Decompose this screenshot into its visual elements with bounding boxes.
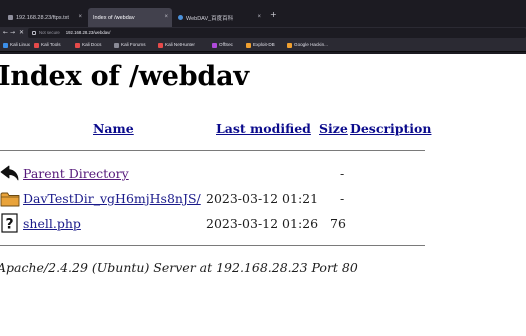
- size-cell: 76: [330, 216, 346, 231]
- bookmark-label: Kali Docs: [82, 42, 102, 47]
- modified-cell: 2023-03-12 01:26: [206, 216, 319, 231]
- parent-directory-link[interactable]: Parent Directory: [23, 166, 129, 181]
- bookmark-offsec[interactable]: OffSec: [212, 39, 233, 51]
- tab-title: 192.168.28.23/ftps.txt: [16, 14, 69, 21]
- bookmark-google-hacking[interactable]: Google Hackin...: [287, 39, 328, 51]
- back-icon[interactable]: ←: [3, 27, 8, 39]
- size-cell: -: [340, 191, 345, 206]
- stop-icon[interactable]: ✕: [19, 27, 24, 39]
- sort-by-description-link[interactable]: Description: [350, 121, 431, 136]
- footer-divider: [0, 245, 425, 246]
- sort-by-size-link[interactable]: Size: [319, 121, 348, 136]
- new-tab-button[interactable]: +: [270, 11, 277, 19]
- unknown-file-icon: ?: [1, 213, 18, 233]
- url-text: 192.168.28.23/webdav/: [65, 30, 111, 35]
- shell-php-link[interactable]: shell.php: [23, 216, 81, 231]
- page-title: Index of /webdav: [0, 61, 249, 92]
- page-content: Index of /webdav Name Last modified Size…: [0, 54, 526, 336]
- baidu-icon: [178, 15, 183, 20]
- lock-icon: [32, 30, 36, 35]
- tab-title: Index of /webdav: [93, 14, 135, 21]
- bookmark-kali-nethunter[interactable]: Kali NetHunter: [158, 39, 195, 51]
- close-tab-icon[interactable]: ×: [78, 14, 82, 20]
- forum-icon: [114, 42, 119, 48]
- address-bar[interactable]: Not secure 192.168.28.23/webdav/: [28, 28, 526, 38]
- tab-title: WebDAV_百度百科: [186, 15, 234, 22]
- bookmark-kali-tools[interactable]: Kali Tools: [34, 39, 61, 51]
- svg-text:?: ?: [5, 217, 13, 233]
- back-arrow-icon: [0, 165, 19, 181]
- bookmark-label: Kali Linux: [10, 42, 30, 47]
- header-divider: [0, 150, 425, 151]
- kali-icon: [75, 42, 80, 48]
- kali-icon: [3, 42, 8, 48]
- security-label: Not secure: [39, 30, 60, 35]
- file-icon: [8, 15, 13, 20]
- sort-by-name-link[interactable]: Name: [93, 121, 134, 136]
- bookmark-label: OffSec: [219, 42, 233, 47]
- bookmark-kali-linux[interactable]: Kali Linux: [3, 39, 30, 51]
- bookmarks-toolbar: Kali Linux Kali Tools Kali Docs Kali For…: [0, 39, 526, 52]
- bookmark-kali-docs[interactable]: Kali Docs: [75, 39, 101, 51]
- tab-ftps[interactable]: 192.168.28.23/ftps.txt ×: [3, 8, 86, 27]
- kali-icon: [34, 42, 39, 48]
- ghdb-icon: [287, 42, 292, 48]
- tab-webdav-baike[interactable]: WebDAV_百度百科 ×: [173, 8, 265, 27]
- navigation-bar: ← → ✕ Not secure 192.168.28.23/webdav/: [0, 27, 526, 39]
- close-tab-icon[interactable]: ×: [164, 14, 168, 20]
- bookmark-label: Kali NetHunter: [165, 42, 195, 47]
- bookmark-label: Kali Forums: [121, 42, 146, 47]
- browser-chrome: 192.168.28.23/ftps.txt × Index of /webda…: [0, 0, 526, 54]
- nethunter-icon: [158, 42, 163, 48]
- close-tab-icon[interactable]: ×: [257, 14, 261, 20]
- sort-by-last-modified-link[interactable]: Last modified: [216, 121, 311, 136]
- bookmark-label: Exploit-DB: [253, 42, 275, 47]
- size-cell: -: [340, 166, 345, 181]
- bookmark-exploit-db[interactable]: Exploit-DB: [246, 39, 275, 51]
- modified-cell: 2023-03-12 01:21: [206, 191, 319, 206]
- exploit-db-icon: [246, 42, 251, 48]
- bookmark-label: Google Hackin...: [294, 42, 328, 47]
- forward-icon[interactable]: →: [10, 27, 15, 39]
- bookmark-label: Kali Tools: [41, 42, 61, 47]
- offsec-icon: [212, 42, 217, 48]
- folder-link[interactable]: DavTestDir_vgH6mjHs8nJS/: [23, 191, 201, 206]
- bookmark-kali-forums[interactable]: Kali Forums: [114, 39, 146, 51]
- tab-webdav-index[interactable]: Index of /webdav ×: [88, 8, 172, 27]
- tab-strip: 192.168.28.23/ftps.txt × Index of /webda…: [0, 8, 526, 27]
- server-signature: Apache/2.4.29 (Ubuntu) Server at 192.168…: [0, 260, 358, 275]
- folder-icon: [0, 192, 20, 207]
